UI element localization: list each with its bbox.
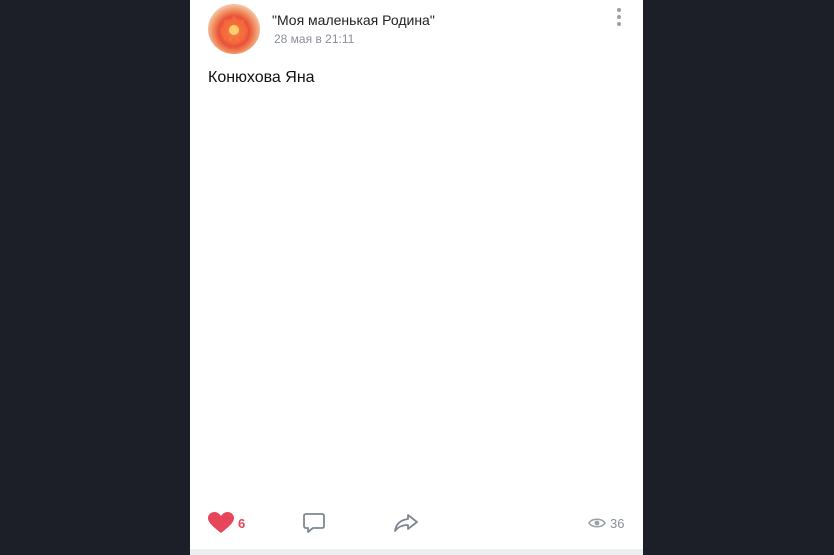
right-dark-margin: [643, 0, 834, 555]
photo-frosted-branches[interactable]: …: [449, 100, 643, 233]
post-header: "Моя маленькая Родина" 28 мая в 21:11: [190, 0, 643, 62]
more-vertical-icon[interactable]: [614, 8, 624, 28]
post-text: Конюхова Яна: [208, 69, 315, 86]
photo-green-moss[interactable]: …: [531, 369, 643, 496]
group-name[interactable]: "Моя маленькая Родина": [272, 12, 435, 28]
photo-pink-sky-poles[interactable]: …: [493, 235, 643, 367]
photo-dry-buds-branch[interactable]: …: [417, 369, 529, 496]
eye-icon: [588, 516, 606, 528]
post-actions: 6 36: [190, 496, 643, 551]
photo-sunset-window[interactable]: …: [190, 369, 301, 496]
photo-green-clover[interactable]: …: [303, 369, 415, 496]
comment-icon[interactable]: [303, 512, 325, 534]
like-count[interactable]: 6: [238, 516, 245, 531]
post-card: "Моя маленькая Родина" 28 мая в 21:11 Ко…: [190, 0, 643, 555]
photo-frosty-trees[interactable]: …: [190, 100, 447, 233]
card-bottom-divider: [190, 549, 643, 555]
left-dark-margin: [0, 0, 190, 555]
views-count: 36: [610, 516, 625, 531]
post-date[interactable]: 28 мая в 21:11: [274, 32, 354, 46]
heart-icon[interactable]: [208, 512, 234, 534]
share-icon[interactable]: [393, 513, 419, 533]
group-avatar[interactable]: [208, 4, 260, 54]
photo-snowflakes-closeup[interactable]: …: [341, 235, 491, 367]
photo-winter-sunset-field[interactable]: …: [190, 235, 339, 367]
